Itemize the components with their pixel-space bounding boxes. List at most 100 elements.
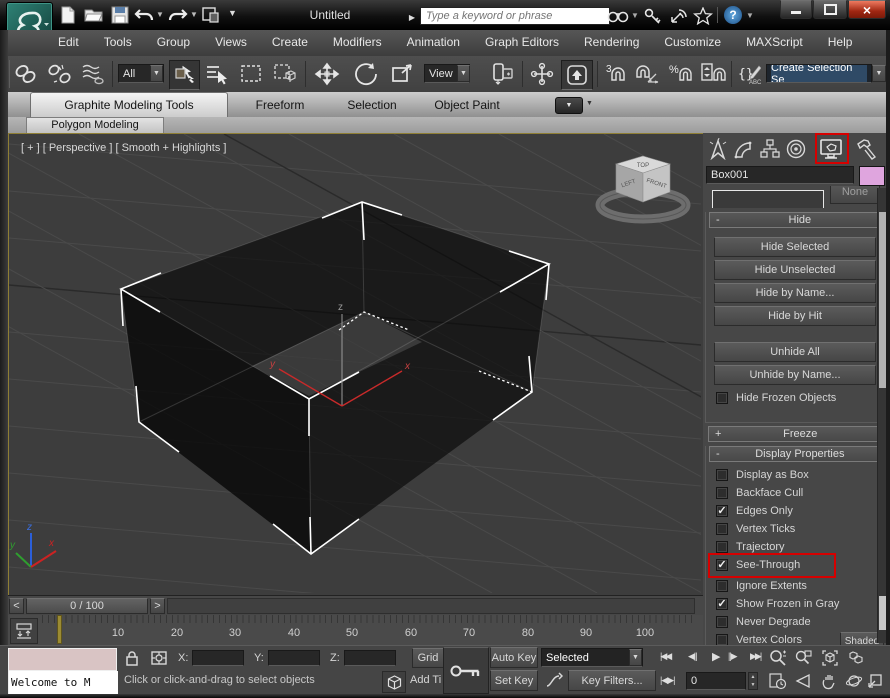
menu-tools[interactable]: Tools xyxy=(104,35,132,49)
current-frame-marker[interactable] xyxy=(57,615,62,644)
go-to-end-button[interactable]: ▶▶| xyxy=(750,651,760,662)
tab-selection[interactable]: Selection xyxy=(332,96,412,114)
zoom-extents-all-button[interactable] xyxy=(844,648,868,668)
listener-output-row[interactable]: Welcome to M xyxy=(9,671,118,694)
time-slider-next-button[interactable]: > xyxy=(150,598,165,614)
frame-spinner[interactable]: ▲ ▼ xyxy=(748,672,758,690)
hide-by-name-button[interactable]: Hide by Name... xyxy=(714,283,876,303)
track-bar-ruler[interactable]: 10 20 30 40 50 60 70 80 90 100 xyxy=(42,615,697,644)
vertex-ticks-checkbox[interactable] xyxy=(716,523,728,535)
viewcube[interactable]: TOP LEFT FRONT xyxy=(600,156,686,219)
bind-to-space-warp-icon[interactable] xyxy=(80,61,108,87)
menu-edit[interactable]: Edit xyxy=(58,35,79,49)
minimize-button[interactable] xyxy=(780,0,812,19)
select-and-link-icon[interactable] xyxy=(12,61,40,87)
selection-lock-toggle[interactable] xyxy=(122,649,142,667)
tab-hierarchy[interactable] xyxy=(757,135,783,163)
grid-setting-button[interactable]: Grid xyxy=(412,648,444,668)
selection-filter-arrow-icon[interactable]: ▼ xyxy=(150,65,163,82)
tab-utilities[interactable] xyxy=(853,135,879,163)
box001-object[interactable] xyxy=(121,202,549,554)
y-coordinate-field[interactable] xyxy=(268,650,320,666)
menu-views[interactable]: Views xyxy=(215,35,247,49)
maxscript-mini-listener[interactable]: Welcome to M xyxy=(8,648,117,695)
tab-object-paint[interactable]: Object Paint xyxy=(422,96,512,114)
tab-motion[interactable] xyxy=(783,135,809,163)
mini-curve-editor-button[interactable] xyxy=(10,618,38,644)
zoom-extents-button[interactable] xyxy=(818,648,842,668)
scrollbar-thumb[interactable] xyxy=(879,212,886,388)
select-by-name-icon[interactable] xyxy=(203,61,231,87)
hide-frozen-objects-checkbox[interactable] xyxy=(716,392,728,404)
tab-freeform[interactable]: Freeform xyxy=(240,96,320,114)
redo-button[interactable] xyxy=(168,5,188,25)
edit-named-selection-sets-icon[interactable]: {}ABC xyxy=(736,61,762,87)
search-dropdown-icon[interactable]: ▼ xyxy=(631,11,639,20)
display-properties-header[interactable]: - Display Properties xyxy=(709,446,881,462)
named-set-arrow-icon[interactable]: ▼ xyxy=(872,65,886,82)
search-flyout-icon[interactable]: ▶ xyxy=(406,9,418,25)
undo-dropdown-icon[interactable]: ▼ xyxy=(156,10,164,19)
help-dropdown-icon[interactable]: ▼ xyxy=(746,11,754,20)
time-slider-track[interactable] xyxy=(167,598,695,614)
add-time-tag[interactable]: Add Ti xyxy=(410,674,441,686)
track-bar[interactable]: 10 20 30 40 50 60 70 80 90 100 xyxy=(0,615,703,646)
favorites-star-icon[interactable] xyxy=(692,6,714,26)
help-icon[interactable]: ? xyxy=(724,6,742,24)
menu-help[interactable]: Help xyxy=(828,35,853,49)
selected-dropdown-arrow-icon[interactable]: ▼ xyxy=(629,649,642,666)
field-of-view-button[interactable] xyxy=(792,671,816,691)
display-as-box-checkbox[interactable] xyxy=(716,469,728,481)
current-frame-field[interactable]: 0 xyxy=(686,672,746,690)
select-and-rotate-icon[interactable] xyxy=(350,61,380,87)
unhide-all-button[interactable]: Unhide All xyxy=(714,342,876,362)
snap-toggle-3d-icon[interactable]: 3 xyxy=(603,61,629,87)
tab-polygon-modeling[interactable]: Polygon Modeling xyxy=(26,117,164,133)
menu-graph-editors[interactable]: Graph Editors xyxy=(485,35,559,49)
freeze-rollout-header[interactable]: + Freeze xyxy=(708,426,880,442)
menu-rendering[interactable]: Rendering xyxy=(584,35,639,49)
select-and-move-icon[interactable] xyxy=(312,61,342,87)
tab-graphite-modeling-tools[interactable]: Graphite Modeling Tools xyxy=(30,92,228,117)
time-slider-prev-button[interactable]: < xyxy=(9,598,24,614)
new-scene-button[interactable] xyxy=(58,5,78,25)
project-folder-button[interactable] xyxy=(200,5,222,25)
menu-animation[interactable]: Animation xyxy=(407,35,460,49)
partial-none-button[interactable]: None xyxy=(830,186,880,204)
communication-center-icon[interactable] xyxy=(668,6,690,26)
hide-selected-button[interactable]: Hide Selected xyxy=(714,237,876,257)
key-mode-toggle[interactable]: |◀▶| xyxy=(660,675,675,686)
search-binoculars-icon[interactable] xyxy=(606,6,630,26)
absolute-offset-mode-toggle[interactable] xyxy=(148,649,170,667)
z-coordinate-field[interactable] xyxy=(344,650,396,666)
close-button[interactable]: × xyxy=(848,0,886,19)
show-frozen-in-gray-checkbox[interactable]: ✓ xyxy=(716,598,728,610)
play-button[interactable]: ▶ xyxy=(712,650,720,663)
set-key-button[interactable]: Set Key xyxy=(490,670,538,691)
pan-view-button[interactable] xyxy=(818,671,842,691)
zoom-button[interactable] xyxy=(766,648,790,668)
ribbon-minimize-button[interactable]: ▼ xyxy=(555,97,583,114)
spinner-down-icon[interactable]: ▼ xyxy=(749,681,757,689)
auto-key-button[interactable]: Auto Key xyxy=(490,647,538,668)
menu-group[interactable]: Group xyxy=(157,35,190,49)
hide-rollout-header[interactable]: - Hide xyxy=(709,212,881,228)
spinner-up-icon[interactable]: ▲ xyxy=(749,673,757,681)
rectangular-selection-region-icon[interactable] xyxy=(237,61,265,87)
listener-macro-row[interactable] xyxy=(9,649,116,671)
select-object-button[interactable] xyxy=(169,60,200,90)
x-coordinate-field[interactable] xyxy=(192,650,244,666)
open-file-button[interactable] xyxy=(84,5,104,25)
spinner-snap-toggle-icon[interactable] xyxy=(699,61,727,87)
ribbon-config-arrow-icon[interactable]: ▼ xyxy=(586,100,593,107)
coord-system-arrow-icon[interactable]: ▼ xyxy=(457,65,470,82)
subscription-key-icon[interactable] xyxy=(642,6,664,26)
maximize-viewport-toggle[interactable] xyxy=(864,671,886,691)
hide-by-hit-button[interactable]: Hide by Hit xyxy=(714,306,876,326)
select-and-scale-icon[interactable] xyxy=(388,61,418,87)
viewport-label[interactable]: [ + ] [ Perspective ] [ Smooth + Highlig… xyxy=(21,142,226,154)
selected-keys-dropdown[interactable]: Selected xyxy=(541,648,643,667)
menu-create[interactable]: Create xyxy=(272,35,308,49)
unlink-selection-icon[interactable] xyxy=(46,61,74,87)
previous-frame-button[interactable]: ◀|| xyxy=(688,651,697,662)
